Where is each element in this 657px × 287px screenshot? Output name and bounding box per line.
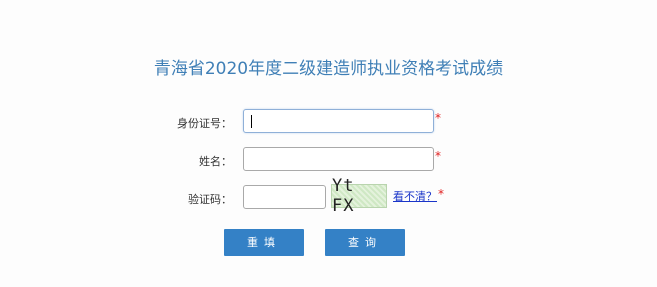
required-mark-id: * [435,111,441,125]
captcha-label: 验证码： [188,193,232,206]
score-query-page: 青海省2020年度二级建造师执业资格考试成绩 身份证号： * 姓名： * 验证码… [0,0,657,287]
text-cursor [251,115,252,128]
required-mark-captcha: * [438,187,444,201]
reset-button[interactable]: 重填 [224,229,304,256]
required-mark-name: * [435,149,441,163]
captcha-input[interactable] [243,185,326,209]
id-number-input[interactable] [243,109,434,133]
name-input[interactable] [243,147,434,171]
query-button[interactable]: 查询 [325,229,405,256]
refresh-captcha-link[interactable]: 看不清？ [393,188,437,204]
id-number-label: 身份证号： [177,117,232,130]
captcha-image[interactable]: Yt FX [331,176,387,216]
name-label: 姓名： [199,155,232,168]
page-title: 青海省2020年度二级建造师执业资格考试成绩 [153,59,504,79]
